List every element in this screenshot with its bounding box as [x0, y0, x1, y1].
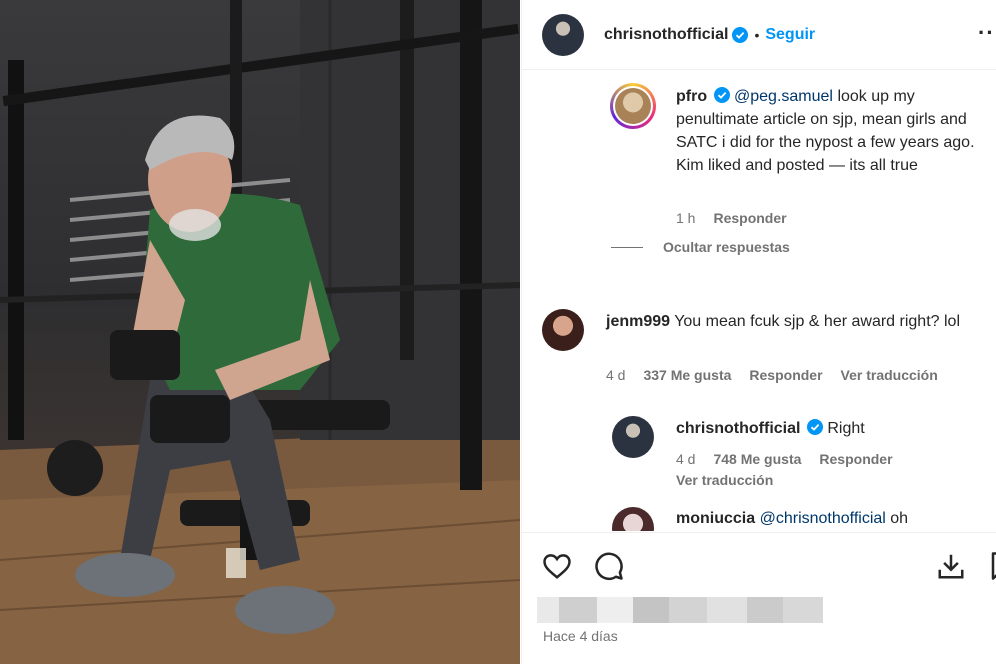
bookmark-icon[interactable] [988, 551, 996, 581]
comments-list: pfro @peg.samuel look up my penultimate … [522, 71, 996, 531]
comment-time: 4 d [676, 451, 696, 467]
comment-text: oh [890, 510, 909, 527]
comment-pfro: pfro @peg.samuel look up my penultimate … [676, 85, 976, 177]
comment-time: 1 h [676, 210, 696, 226]
like-count[interactable]: 337 Me gusta [643, 367, 731, 383]
comment-username[interactable]: pfro [676, 88, 707, 105]
comment-username[interactable]: chrisnothofficial [676, 420, 800, 437]
heart-icon[interactable] [542, 551, 572, 581]
comment-username[interactable]: jenm999 [606, 313, 670, 330]
verified-icon [732, 26, 749, 43]
comment-avatar-chrisnothofficial[interactable] [612, 416, 654, 458]
post-header: chrisnothofficial • Seguir ··· [522, 0, 996, 70]
comment-meta: 4 d 337 Me gusta Responder Ver traducció… [606, 367, 938, 383]
hide-replies-label: Ocultar respuestas [663, 239, 790, 255]
follow-button[interactable]: Seguir [765, 26, 815, 44]
comment-meta: Ver traducción [676, 472, 773, 488]
comment-avatar-moniuccia[interactable] [612, 507, 654, 531]
like-count[interactable]: 748 Me gusta [713, 451, 801, 467]
hide-replies-line [611, 246, 643, 248]
post-actions-bar [522, 532, 996, 596]
owner-avatar[interactable] [542, 13, 584, 56]
comment-meta: 4 d 748 Me gusta Responder [676, 451, 893, 467]
translate-button[interactable]: Ver traducción [841, 367, 938, 383]
reply-button[interactable]: Responder [749, 367, 822, 383]
comment-chrisnothofficial: chrisnothofficial Right [676, 417, 976, 440]
comment-icon[interactable] [594, 551, 624, 581]
more-options-icon[interactable]: ··· [978, 20, 996, 46]
reply-button[interactable]: Responder [713, 210, 786, 226]
post-side-panel: chrisnothofficial • Seguir ··· pfro @peg… [521, 0, 996, 664]
header-separator: • [754, 26, 760, 43]
comment-text: You mean fcuk sjp & her award right? lol [674, 313, 960, 330]
hide-replies-button[interactable]: Ocultar respuestas [611, 239, 790, 255]
comment-mention[interactable]: @chrisnothofficial [760, 510, 886, 527]
comment-moniuccia: moniuccia @chrisnothofficial oh [676, 507, 976, 530]
translate-button[interactable]: Ver traducción [676, 472, 773, 488]
reply-button[interactable]: Responder [819, 451, 892, 467]
post-time-ago[interactable]: Hace 4 días [543, 628, 618, 644]
verified-icon [806, 419, 823, 435]
comment-avatar-jenm999[interactable] [542, 309, 584, 351]
liked-by-blurred [537, 597, 823, 623]
comment-avatar-pfro[interactable] [610, 83, 656, 129]
comment-text: Right [827, 420, 865, 437]
post-photo [0, 0, 520, 664]
comment-time: 4 d [606, 367, 626, 383]
comment-mention[interactable]: @peg.samuel [734, 88, 833, 105]
gym-photo-illustration [0, 0, 520, 664]
comment-username[interactable]: moniuccia [676, 510, 755, 527]
verified-icon [713, 87, 730, 103]
comment-meta: 1 h Responder [676, 210, 787, 226]
owner-username[interactable]: chrisnothofficial [604, 26, 728, 44]
download-icon[interactable] [936, 551, 966, 581]
comment-jenm999: jenm999 You mean fcuk sjp & her award ri… [606, 310, 986, 333]
